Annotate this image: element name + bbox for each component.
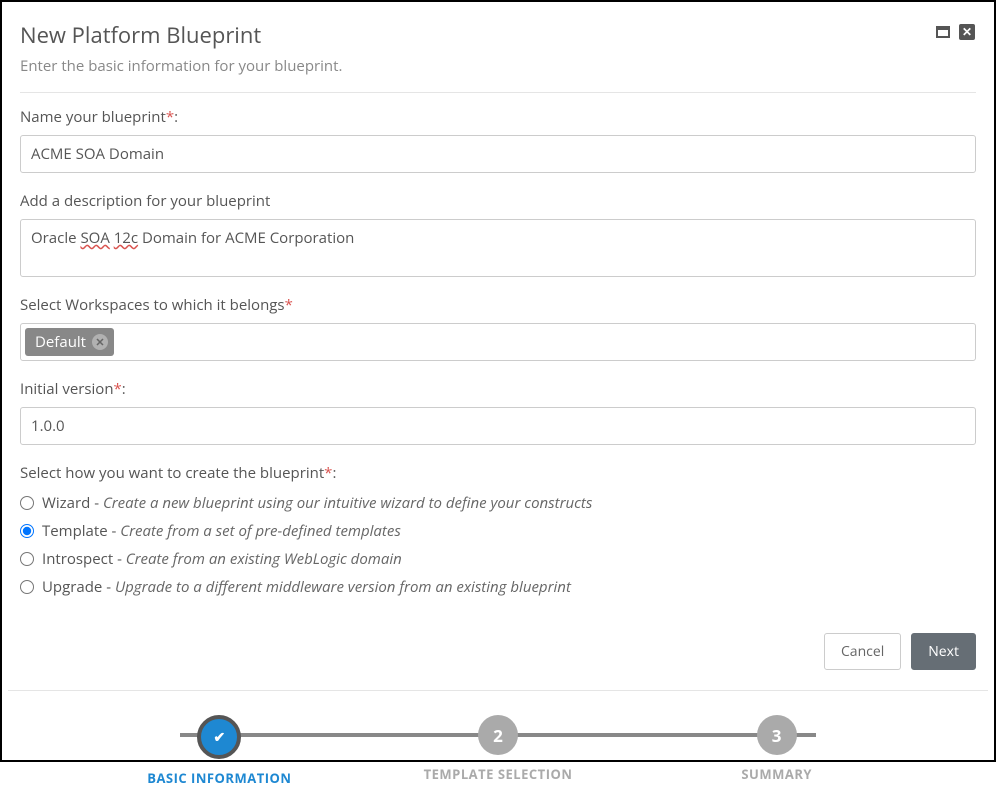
radio-option-upgrade[interactable]: Upgrade - Upgrade to a different middlew… [20,577,976,597]
dialog-title: New Platform Blueprint [20,20,934,50]
step-label-1: BASIC INFORMATION [147,769,291,787]
tag-remove-icon[interactable]: ✕ [92,334,108,350]
workspaces-input[interactable]: Default ✕ [20,323,976,361]
workspace-tag-label: Default [35,332,86,352]
next-button[interactable]: Next [911,633,976,670]
version-label: Initial version*: [20,379,976,399]
create-method-label: Select how you want to create the bluepr… [20,463,976,483]
dialog-subtitle: Enter the basic information for your blu… [20,56,934,76]
step-template-selection[interactable]: 2 TEMPLATE SELECTION [359,715,638,787]
description-group: Add a description for your blueprint Ora… [20,191,976,277]
description-label: Add a description for your blueprint [20,191,976,211]
radio-option-introspect[interactable]: Introspect - Create from an existing Web… [20,549,976,569]
name-group: Name your blueprint*: [20,107,976,173]
maximize-icon[interactable] [934,24,952,40]
stepper-items: ✔ BASIC INFORMATION 2 TEMPLATE SELECTION… [80,715,916,787]
description-input[interactable]: Oracle SOA 12c Domain for ACME Corporati… [20,219,976,277]
step-label-2: TEMPLATE SELECTION [424,765,573,783]
form-section: Name your blueprint*: Add a description … [2,93,994,597]
radio-upgrade[interactable] [20,580,34,594]
version-input[interactable] [20,407,976,445]
step-circle-2: 2 [478,715,518,755]
name-label: Name your blueprint*: [20,107,976,127]
footer-buttons: Cancel Next [2,633,994,670]
radio-introspect[interactable] [20,552,34,566]
radio-template[interactable] [20,524,34,538]
dialog-header: New Platform Blueprint Enter the basic i… [2,2,994,86]
radio-option-wizard[interactable]: Wizard - Create a new blueprint using ou… [20,493,976,513]
step-summary[interactable]: 3 SUMMARY [637,715,916,787]
step-circle-1: ✔ [197,715,241,759]
cancel-button[interactable]: Cancel [824,633,901,670]
radio-group: Wizard - Create a new blueprint using ou… [20,493,976,597]
radio-wizard[interactable] [20,496,34,510]
name-input[interactable] [20,135,976,173]
workspaces-label: Select Workspaces to which it belongs* [20,295,976,315]
create-method-group: Select how you want to create the bluepr… [20,463,976,597]
workspaces-group: Select Workspaces to which it belongs* D… [20,295,976,361]
close-icon[interactable]: ✕ [958,24,976,40]
radio-option-template[interactable]: Template - Create from a set of pre-defi… [20,521,976,541]
step-basic-information[interactable]: ✔ BASIC INFORMATION [80,715,359,787]
stepper: ✔ BASIC INFORMATION 2 TEMPLATE SELECTION… [20,715,976,787]
header-text: New Platform Blueprint Enter the basic i… [20,20,934,76]
header-icons: ✕ [934,24,976,40]
step-circle-3: 3 [757,715,797,755]
step-label-3: SUMMARY [741,765,812,783]
version-group: Initial version*: [20,379,976,445]
workspace-tag: Default ✕ [25,328,114,356]
footer-divider [8,690,988,691]
